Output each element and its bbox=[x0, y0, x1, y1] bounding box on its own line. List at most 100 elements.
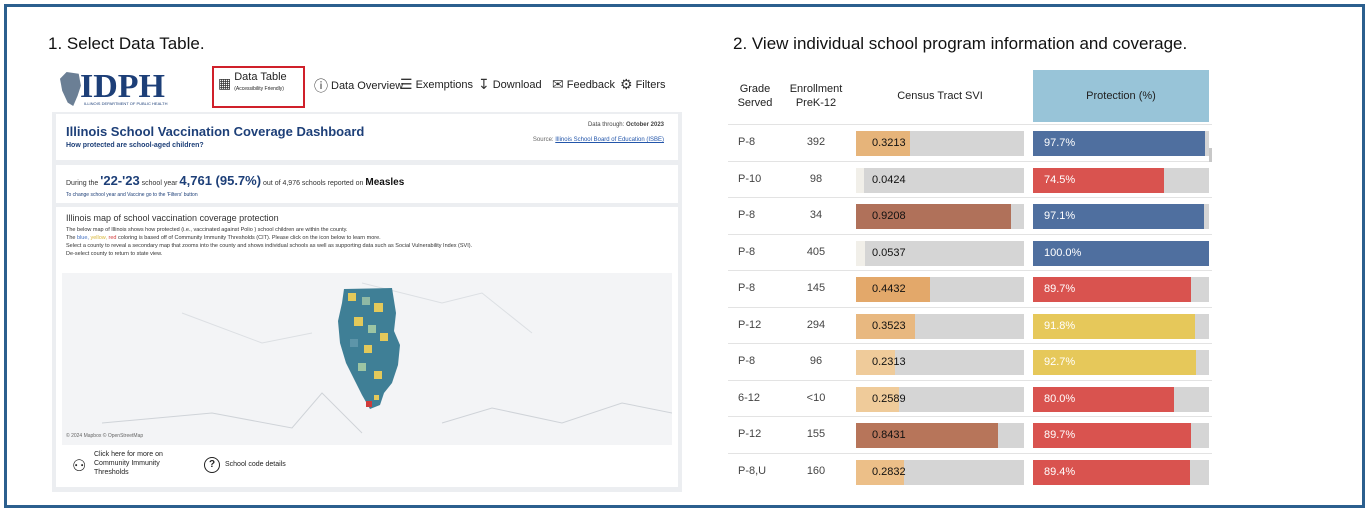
svi-value: 0.9208 bbox=[872, 210, 906, 222]
table-row[interactable]: P-8 405 0.0537 100.0% bbox=[728, 233, 1212, 270]
step1-caption: 1. Select Data Table. bbox=[48, 34, 205, 53]
svi-bar-track: 0.2832 bbox=[856, 459, 1024, 485]
school-data-table: Grade Served Enrollment PreK-12 Census T… bbox=[728, 70, 1212, 490]
enrollment-cell: 294 bbox=[806, 318, 826, 331]
protection-value: 97.1% bbox=[1044, 210, 1076, 222]
step2-caption: 2. View individual school program inform… bbox=[733, 34, 1188, 53]
svi-bar-track: 0.2313 bbox=[856, 350, 1024, 375]
vaccine-name: Measles bbox=[365, 177, 405, 188]
pdf-download-icon: ↧ bbox=[478, 76, 490, 92]
filters-button[interactable]: ⚙ Filters bbox=[620, 76, 666, 93]
enrollment-cell: 34 bbox=[809, 209, 823, 221]
protection-bar-track: 97.1% bbox=[1033, 204, 1209, 229]
list-icon: ☰ bbox=[400, 76, 413, 92]
summary-panel: During the '22-'23 school year 4,761 (95… bbox=[56, 165, 678, 203]
protection-value: 92.7% bbox=[1044, 356, 1076, 368]
illinois-shape-icon bbox=[60, 72, 81, 106]
table-row[interactable]: P-8 34 0.9208 97.1% bbox=[728, 197, 1212, 233]
protection-bar-track: 74.5% bbox=[1033, 167, 1209, 193]
download-label: Download bbox=[492, 78, 542, 91]
grade-cell: P-8 bbox=[738, 136, 756, 148]
protection-bar-track: 89.4% bbox=[1033, 459, 1209, 485]
enrollment-cell: 98 bbox=[809, 172, 823, 185]
map-svg bbox=[101, 282, 673, 434]
grade-cell: P-8 bbox=[738, 245, 756, 258]
people-group-icon[interactable]: ⚇ bbox=[72, 456, 86, 476]
protection-value: 91.8% bbox=[1044, 319, 1076, 332]
feedback-button[interactable]: ✉ Feedback bbox=[552, 76, 615, 93]
svi-bar-track: 0.0537 bbox=[856, 240, 1024, 266]
protection-value: 89.7% bbox=[1044, 429, 1076, 441]
table-row[interactable]: P-12 294 0.3523 91.8% bbox=[728, 306, 1212, 343]
protection-bar-track: 97.7% bbox=[1033, 131, 1209, 156]
exemptions-button[interactable]: ☰ Exemptions bbox=[400, 76, 473, 93]
idph-logo: IDPH ILLINOIS DEPARTMENT OF PUBLIC HEALT… bbox=[60, 68, 180, 106]
enrollment-cell: 145 bbox=[806, 282, 826, 294]
protection-value: 74.5% bbox=[1044, 173, 1076, 186]
dashboard-screenshot: IDPH ILLINOIS DEPARTMENT OF PUBLIC HEALT… bbox=[52, 64, 682, 492]
table-row[interactable]: P-8 392 0.3213 97.7% bbox=[728, 124, 1212, 160]
enrollment-cell: 96 bbox=[809, 355, 823, 367]
illinois-map[interactable]: © 2024 Mapbox © OpenStreetMap bbox=[62, 273, 673, 445]
dashboard-title: Illinois School Vaccination Coverage Das… bbox=[66, 124, 365, 139]
header-enrollment[interactable]: Enrollment PreK-12 bbox=[784, 70, 848, 122]
data-overview-button[interactable]: ⓘ Data Overview bbox=[314, 76, 403, 96]
grade-cell: P-8 bbox=[738, 282, 756, 294]
school-code-link[interactable]: School code details bbox=[225, 461, 286, 468]
enrollment-cell: 155 bbox=[806, 428, 826, 440]
svi-value: 0.2589 bbox=[872, 392, 906, 405]
download-button[interactable]: ↧ Download bbox=[478, 76, 542, 93]
svi-value: 0.0424 bbox=[872, 173, 906, 186]
protection-value: 97.7% bbox=[1044, 137, 1076, 149]
table-row[interactable]: P-8 96 0.2313 92.7% bbox=[728, 343, 1212, 379]
map-footer: ⚇ Click here for more on Community Immun… bbox=[62, 450, 662, 482]
svi-value: 0.0537 bbox=[872, 246, 906, 259]
map-credit: © 2024 Mapbox © OpenStreetMap bbox=[66, 433, 144, 439]
grade-cell: P-12 bbox=[738, 428, 762, 440]
table-row[interactable]: P-8 145 0.4432 89.7% bbox=[728, 270, 1212, 306]
source-link[interactable]: Illinois School Board of Education (ISBE… bbox=[555, 137, 664, 143]
protection-bar-track: 92.7% bbox=[1033, 350, 1209, 375]
svi-value: 0.2313 bbox=[872, 356, 906, 368]
svi-bar bbox=[856, 167, 864, 193]
illinois-counties[interactable] bbox=[338, 288, 400, 409]
svi-bar-track: 0.8431 bbox=[856, 423, 1024, 448]
table-row[interactable]: P-10 98 0.0424 74.5% bbox=[728, 160, 1212, 197]
table-row[interactable]: 6-12 <10 0.2589 80.0% bbox=[728, 379, 1212, 416]
table-row[interactable]: P-8,U 160 0.2832 89.4% bbox=[728, 452, 1212, 489]
header-grade[interactable]: Grade Served bbox=[728, 70, 782, 122]
question-circle-icon[interactable]: ? bbox=[204, 457, 220, 473]
svi-bar-track: 0.4432 bbox=[856, 277, 1024, 302]
header-protection[interactable]: Protection (%) bbox=[1033, 70, 1209, 122]
svi-value: 0.3523 bbox=[872, 319, 906, 332]
filter-sliders-icon: ⚙ bbox=[620, 76, 633, 92]
title-panel: Illinois School Vaccination Coverage Das… bbox=[56, 114, 678, 160]
svi-value: 0.2832 bbox=[872, 465, 906, 478]
svi-value: 0.8431 bbox=[872, 429, 906, 441]
svi-bar bbox=[856, 240, 866, 266]
protection-bar-track: 91.8% bbox=[1033, 313, 1209, 339]
filters-label: Filters bbox=[635, 78, 666, 91]
dashboard-header: IDPH ILLINOIS DEPARTMENT OF PUBLIC HEALT… bbox=[52, 64, 682, 112]
svi-bar-track: 0.9208 bbox=[856, 204, 1024, 229]
dashboard-subtitle: How protected are school-aged children? bbox=[66, 142, 204, 149]
protection-bar-track: 89.7% bbox=[1033, 423, 1209, 448]
svi-value: 0.3213 bbox=[872, 137, 906, 149]
protection-value: 89.7% bbox=[1044, 283, 1076, 295]
svi-value: 0.4432 bbox=[872, 283, 906, 295]
enrollment-cell: <10 bbox=[806, 391, 826, 404]
protection-bar-track: 80.0% bbox=[1033, 386, 1209, 412]
svi-bar-track: 0.2589 bbox=[856, 386, 1024, 412]
map-panel: Illinois map of school vaccination cover… bbox=[56, 207, 678, 487]
cit-link[interactable]: Click here for more on Community Immunit… bbox=[94, 450, 164, 477]
enrollment-cell: 405 bbox=[806, 245, 826, 258]
enrollment-cell: 392 bbox=[806, 136, 826, 148]
data-through: Data through: October 2023 bbox=[587, 122, 664, 128]
table-scrollbar[interactable] bbox=[1209, 148, 1212, 162]
grade-cell: 6-12 bbox=[738, 391, 761, 404]
table-row[interactable]: P-12 155 0.8431 89.7% bbox=[728, 416, 1212, 452]
header-svi[interactable]: Census Tract SVI bbox=[856, 70, 1024, 122]
grade-cell: P-10 bbox=[738, 172, 762, 185]
info-square-icon: ⓘ bbox=[314, 78, 328, 94]
svi-bar-track: 0.3523 bbox=[856, 313, 1024, 339]
